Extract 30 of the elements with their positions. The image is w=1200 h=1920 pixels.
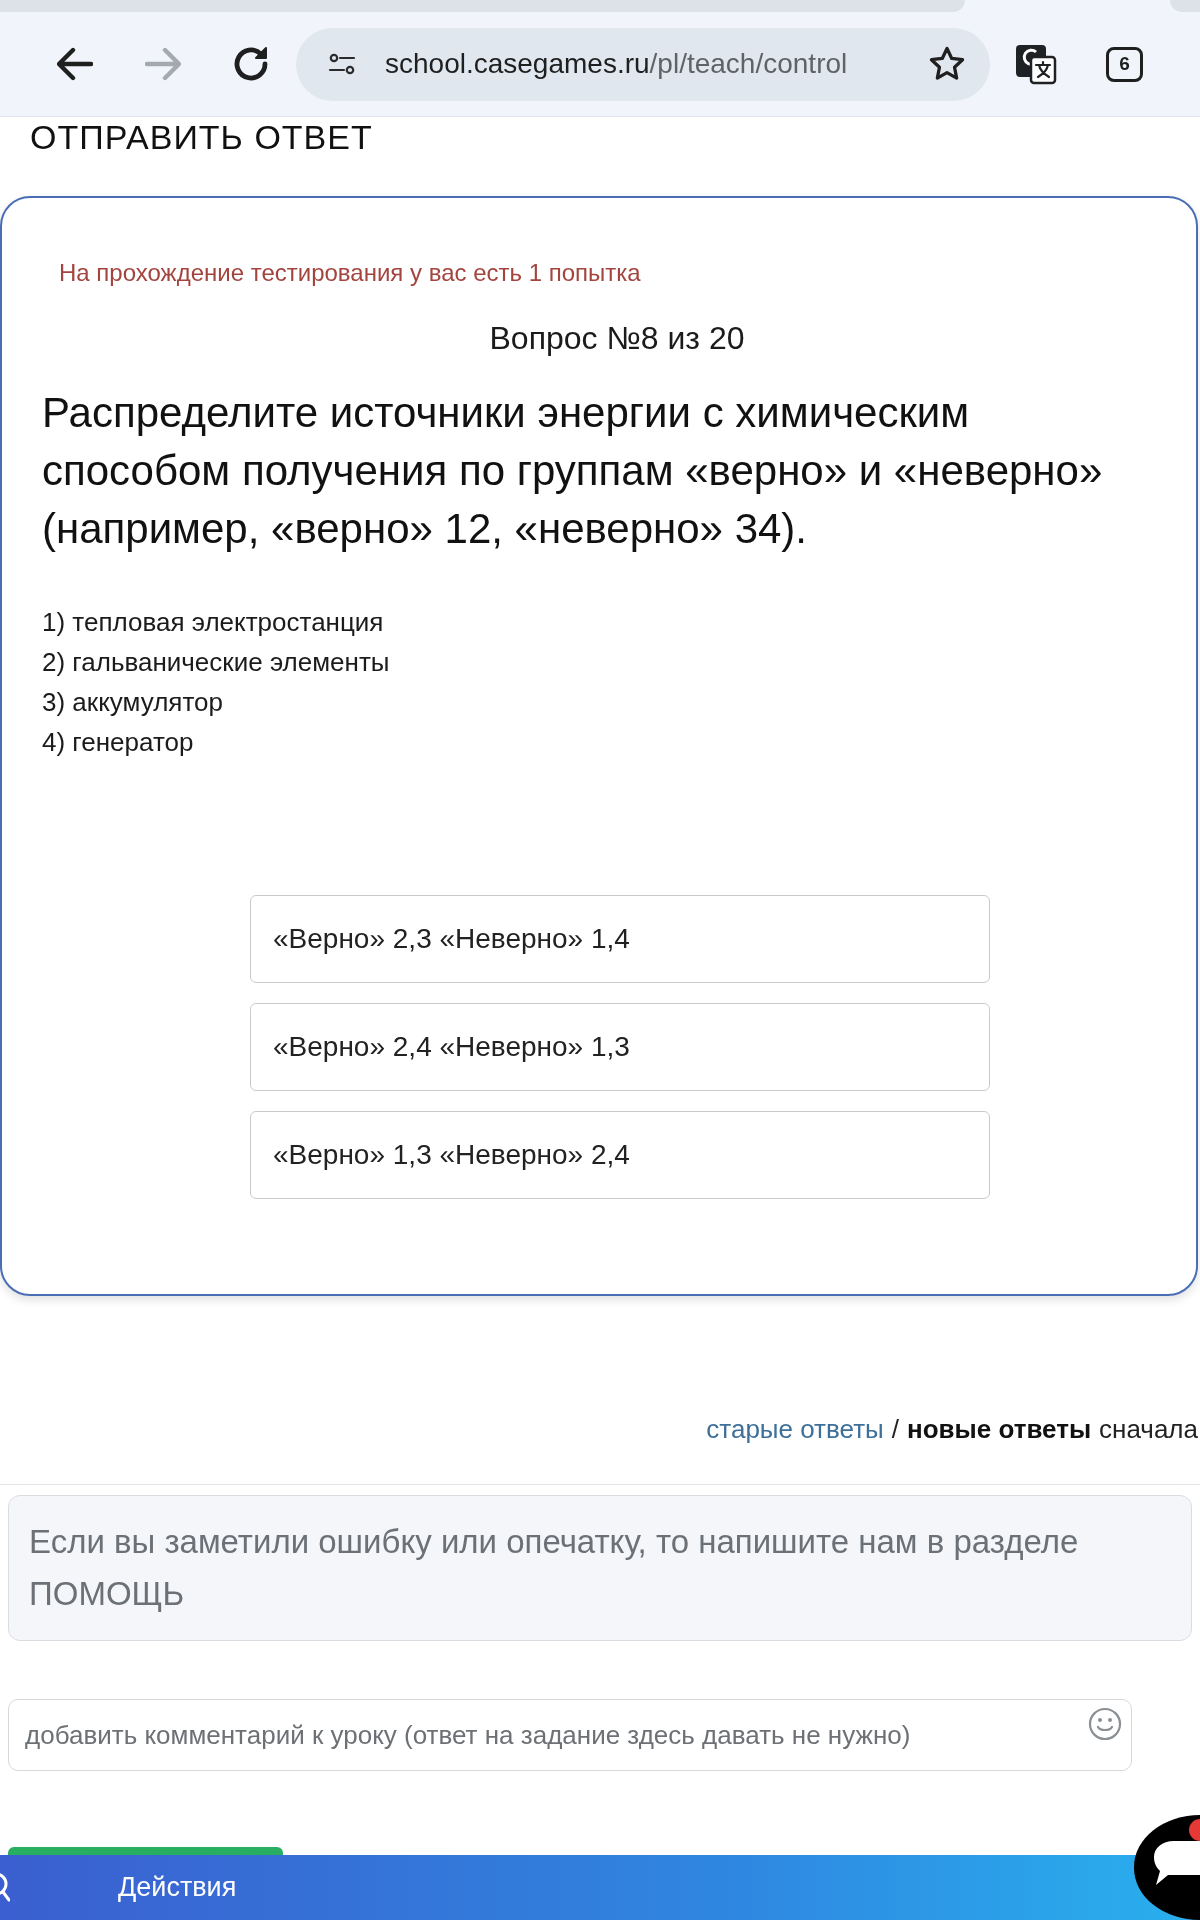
- list-item-text: 2) гальванические элементы: [42, 646, 390, 679]
- url-text: school.casegames.ru/pl/teach/control: [385, 48, 848, 80]
- back-arrow-icon: [57, 46, 93, 82]
- sort-suffix-text: сначала: [1099, 1413, 1198, 1446]
- tab-count-button[interactable]: 6: [1106, 46, 1143, 82]
- reload-button[interactable]: [233, 46, 269, 82]
- answer-option-button[interactable]: «Верно» 2,4 «Неверно» 1,3: [250, 1003, 990, 1091]
- list-item-text: 1) тепловая электростанция: [42, 606, 384, 639]
- answer-option-button[interactable]: «Верно» 2,3 «Неверно» 1,4: [250, 895, 990, 983]
- question-text: Распределите источники энергии с химическим способом получения по группам «верно» и «неверно» (например, «верно» 12, «неверно» 34).: [42, 388, 1104, 554]
- forward-arrow-icon: [145, 46, 181, 82]
- star-icon[interactable]: [929, 46, 965, 82]
- smiley-icon[interactable]: [1088, 1707, 1122, 1741]
- submit-answer-button[interactable]: ОТПРАВИТЬ ОТВЕТ: [30, 119, 373, 155]
- address-bar[interactable]: school.casegames.ru/pl/teach/control: [296, 27, 990, 101]
- sort-separator: /: [891, 1413, 899, 1446]
- answer-option-button[interactable]: «Верно» 1,3 «Неверно» 2,4: [250, 1111, 990, 1199]
- comment-field[interactable]: добавить комментарий к уроку (ответ на задание здесь давать не нужно): [8, 1699, 1132, 1771]
- attempts-notice: На прохождение тестирования у вас есть 1 попытка: [59, 258, 642, 288]
- back-button[interactable]: [57, 46, 93, 82]
- sort-option-link[interactable]: старые ответы: [706, 1412, 884, 1446]
- actions-label[interactable]: Действия: [118, 1872, 237, 1903]
- question-number: Вопрос №8 из 20: [488, 319, 746, 358]
- list-item-text: 4) генератор: [42, 726, 194, 759]
- site-settings-icon[interactable]: [328, 52, 356, 76]
- reload-icon: [233, 46, 269, 82]
- list-item-text: 3) аккумулятор: [42, 686, 223, 719]
- error-report-notice: Если вы заметили ошибку или опечатку, то напишите нам в разделе ПОМОЩЬ: [8, 1495, 1192, 1641]
- translate-icon[interactable]: [1015, 43, 1057, 85]
- current-sort-option: новые ответы: [907, 1412, 1092, 1446]
